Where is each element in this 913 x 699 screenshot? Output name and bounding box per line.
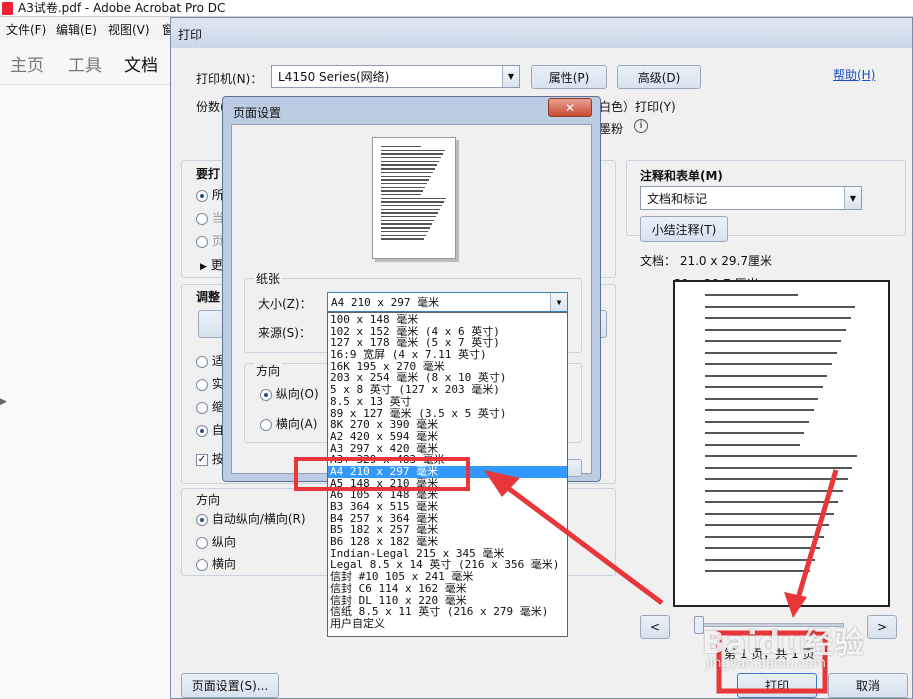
annotation-box-a4 xyxy=(294,457,470,491)
annotation-arrow-print xyxy=(794,469,839,603)
annotation-overlay xyxy=(294,457,839,694)
annotation-arrowhead-print xyxy=(784,592,807,618)
annotation-arrow-a4 xyxy=(498,479,664,606)
baidu-watermark-url: jingyan.baidu.com xyxy=(706,656,826,671)
